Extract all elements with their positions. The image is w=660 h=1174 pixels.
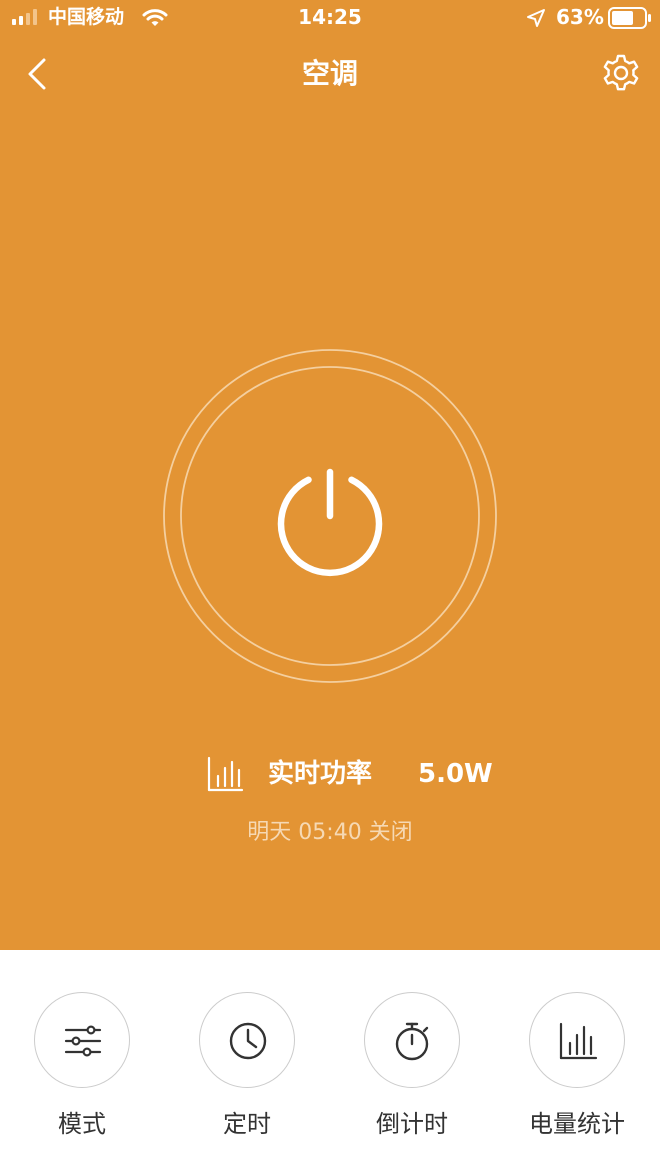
status-bar: 中国移动 14:25 63% [0,0,660,36]
realtime-power-value: 5.0W [418,759,493,789]
page-title: 空调 [301,57,358,90]
toolbar-icon-circle [529,992,625,1088]
gear-icon [603,54,639,91]
toolbar-energy-stats-button[interactable]: 电量统计 [511,992,643,1152]
toolbar-mode-button[interactable]: 模式 [16,992,148,1152]
location-icon [527,9,545,27]
toolbar-icon-circle [34,992,130,1088]
toolbar-label: 定时 [223,1110,271,1138]
toolbar-icon-circle [199,992,295,1088]
stopwatch-icon [395,1022,429,1061]
toolbar-timer-button[interactable]: 定时 [181,992,313,1152]
battery-icon [608,7,651,29]
realtime-power-label: 实时功率 [268,759,373,789]
sliders-icon [64,1025,102,1057]
toolbar-icon-circle [364,992,460,1088]
toolbar-countdown-button[interactable]: 倒计时 [346,992,478,1152]
bar-chart-icon [207,756,244,792]
clock-icon [229,1022,267,1060]
toolbar-label: 倒计时 [376,1110,448,1138]
settings-button[interactable] [598,52,644,98]
schedule-text: 明天 05:40 关闭 [247,820,413,845]
device-panel: 中国移动 14:25 63% 空调 实时功率 5.0W 明天 05:40 关闭 [0,0,660,950]
toolbar-label: 模式 [58,1110,106,1138]
bar-chart-icon [559,1022,598,1060]
realtime-power: 实时功率 5.0W [0,752,660,796]
power-toggle-button[interactable] [162,348,498,684]
toolbar-label: 电量统计 [529,1110,625,1138]
power-icon [277,468,383,577]
battery-percentage: 63% [556,5,604,29]
